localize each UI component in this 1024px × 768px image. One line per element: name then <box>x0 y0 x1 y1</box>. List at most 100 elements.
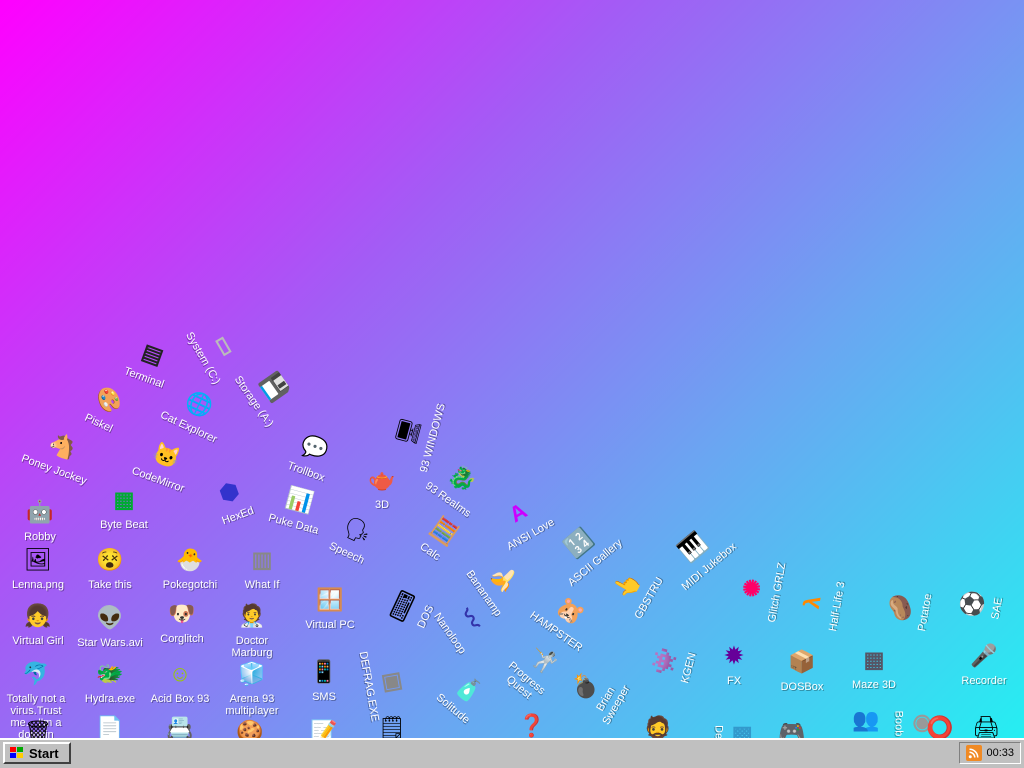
desktop-icon[interactable]: ▩ Defr <box>712 700 760 738</box>
desktop-icon[interactable]: 👥 <box>830 704 902 736</box>
desktop-icon-label: DOSBox <box>780 681 824 693</box>
desktop-icon[interactable]: 🐣 Pokegotchi <box>154 544 226 592</box>
desktop-icon-label: Pokegotchi <box>162 579 218 591</box>
desktop-icon[interactable]: ▦ Byte Beat <box>88 484 160 532</box>
desktop-icon[interactable]: 📦 DOSBox <box>766 646 838 694</box>
desktop-icon-label: FX <box>726 675 742 687</box>
dog-icon: 🐶 <box>168 601 196 626</box>
desktop-icon-label: SMS <box>312 691 336 703</box>
desktop-icon-label: Maze 3D <box>851 679 897 691</box>
desktop-icon-label: Lenna.png <box>12 579 64 591</box>
yoda-icon: 👽 <box>96 605 124 630</box>
desktop-icon[interactable]: ▥ What If <box>226 544 298 592</box>
hydra-icon: 🐲 <box>96 661 124 686</box>
desktop-icon[interactable]: 🐲 Hydra.exe <box>74 658 146 706</box>
desktop-icon-label: Hydra.exe <box>84 693 136 705</box>
people-icon: 👥 <box>852 707 880 732</box>
desktop-icon[interactable]: 🍪 <box>214 716 286 739</box>
desktop-icon-label: Boob <box>892 710 905 737</box>
rss-icon[interactable] <box>966 745 983 761</box>
desktop-icon[interactable]: 👧 Virtual Girl <box>2 600 74 648</box>
desktop-icon[interactable]: 📱 SMS <box>288 656 360 704</box>
maze-icon: ▦ <box>863 647 885 672</box>
teapot-icon: 🫖 <box>368 467 396 492</box>
desktop-icon[interactable]: 🗒 <box>356 712 428 739</box>
cookie-icon: 🍪 <box>236 719 264 739</box>
desktop-icon[interactable]: 🪟 Virtual PC <box>294 584 366 632</box>
whatif-icon: ▥ <box>251 547 273 572</box>
desktop-icon[interactable]: 🧑‍⚕ Doctor Marburg <box>216 600 288 660</box>
wave-icon: ▦ <box>113 487 135 512</box>
computer-icon: 🖥 <box>392 414 424 449</box>
desktop-icon[interactable]: 👾 KGEN <box>640 623 704 705</box>
printer-icon: 🖨 <box>972 715 1000 739</box>
dosbox-icon: 📦 <box>788 649 816 674</box>
doctor-icon: 🧑‍⚕ <box>238 603 266 628</box>
question-icon: ❓ <box>518 713 546 738</box>
desktop-icon[interactable]: 🎮 <box>756 716 828 739</box>
desktop-icon[interactable]: 🗑 <box>2 716 74 739</box>
desktop-icon[interactable]: 🧔 <box>622 712 694 739</box>
desktop-icon[interactable]: ✹ FX <box>698 640 770 688</box>
desktop-icon[interactable]: ☺ Acid Box 93 <box>144 658 216 706</box>
taskbar: Start 00:33 <box>0 738 1024 768</box>
desktop-icon-label: Arena 93 multiplayer <box>225 693 279 717</box>
desktop-icon[interactable]: 📝 <box>288 716 360 739</box>
desktop-icon[interactable]: ⚽ SAE <box>951 566 1010 645</box>
desktop-icon-label: Glitch GRLZ <box>766 561 789 624</box>
trash-icon: 🗑 <box>24 719 52 739</box>
image-icon: 🖼 <box>24 547 52 572</box>
glitch-icon: ✺ <box>738 576 767 600</box>
desktop-icon[interactable]: 🖼 Lenna.png <box>2 544 74 592</box>
desktop-icon-label: Acid Box 93 <box>150 693 210 705</box>
window-icon: 🪟 <box>316 587 344 612</box>
desktop-icon-label: Take this <box>88 579 132 591</box>
girl-icon: 👧 <box>24 603 52 628</box>
duke-icon: 🧔 <box>644 715 672 739</box>
defr-icon: ▩ <box>731 725 757 738</box>
desktop-icon-label: Defr <box>712 725 725 738</box>
desktop-icon[interactable]: λ Half-Life 3 <box>791 564 850 643</box>
start-label: Start <box>29 745 59 761</box>
kgen-icon: 👾 <box>648 644 680 678</box>
desktop-icon[interactable]: ✺ Glitch GRLZ <box>731 550 790 629</box>
desktop-icon[interactable]: 🤖 Robby <box>4 496 76 544</box>
desktop-icon[interactable]: 🥔 Potatoe <box>879 570 938 649</box>
desktop-icon[interactable]: ⬢ HexEd <box>190 465 274 534</box>
document-icon: 📄 <box>96 715 124 739</box>
desktop-icon[interactable]: 🐴 Poney Jockey <box>18 419 102 488</box>
desktop-icon-label: Byte Beat <box>100 519 148 531</box>
desktop-icon-label: What If <box>244 579 280 591</box>
desktop-icon[interactable]: 🎤 Recorder <box>948 640 1020 688</box>
cube-icon: 🧊 <box>238 661 266 686</box>
desktop-icon[interactable]: 📄 <box>74 712 146 739</box>
desktop-icon-label: Robby <box>24 531 56 543</box>
desktop-icon[interactable]: 🖨 <box>950 712 1022 739</box>
contacts-icon: 📇 <box>166 715 194 739</box>
desktop-icon-label: SAE <box>989 596 1006 621</box>
desktop-icon[interactable]: 🧊 Arena 93 multiplayer <box>216 658 288 718</box>
desktop-icon-label: Doctor Marburg <box>231 635 273 659</box>
desktop-icon-label: Virtual PC <box>305 619 355 631</box>
desktop-icon-label: Recorder <box>961 675 1007 687</box>
desktop-icon[interactable]: 📇 <box>144 712 216 739</box>
desktop-icon[interactable]: 😵 Take this <box>74 544 146 592</box>
microphone-icon: 🎤 <box>970 643 998 668</box>
potato-icon: 🥔 <box>885 592 915 624</box>
desktop-icon[interactable]: 🫖 3D <box>346 464 418 512</box>
desktop-icon[interactable]: ❓ <box>496 710 568 738</box>
gameboy-icon: 🎮 <box>778 719 806 739</box>
windows-logo-icon <box>10 747 23 758</box>
desktop-icon[interactable]: 👽 Star Wars.avi <box>74 602 146 650</box>
desktop-icon[interactable]: 🐶 Corglitch <box>146 598 218 646</box>
start-button[interactable]: Start <box>3 742 71 764</box>
smiley-icon: ☺ <box>168 661 192 686</box>
desktop-icon[interactable]: ▦ Maze 3D <box>838 644 910 692</box>
desktop-icon[interactable]: 🎹 MIDI Jukebox <box>655 512 740 594</box>
system-tray: 00:33 <box>959 742 1021 764</box>
robot-icon: 🤖 <box>26 499 54 524</box>
lambda-icon: λ <box>798 593 826 611</box>
write-icon: 📝 <box>310 719 338 739</box>
clock: 00:33 <box>986 747 1014 759</box>
face-icon: 😵 <box>96 547 124 572</box>
